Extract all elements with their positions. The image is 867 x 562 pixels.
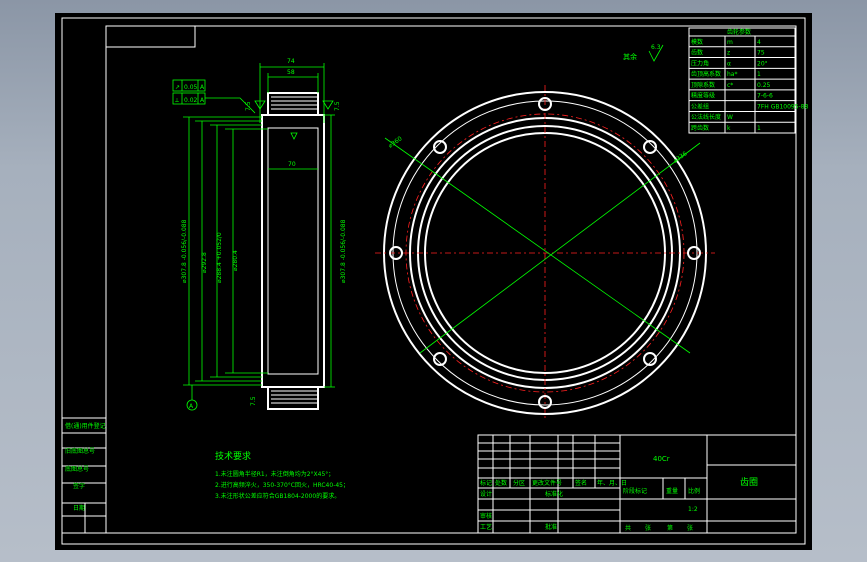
svg-text:0.02: 0.02 [184,97,198,104]
requirement-3: 3.未注形状公差应符合GB1804-2000的要求。 [215,492,340,500]
tb-label-approve: 批准 [545,523,557,531]
param-cell: 跨齿数 [691,124,709,132]
cad-drawing: 借(通)用件登记 旧底图总号 底图总号 签字 日期 74 58 70 ⌀307.… [61,17,809,545]
param-cell: 压力角 [691,59,709,67]
param-cell: ha* [727,71,737,78]
dim-58: 58 [287,69,295,76]
tb-label-count: 处数 [495,479,507,487]
tb-part-name: 齿圈 [740,477,758,488]
param-cell: 1 [757,71,761,78]
param-cell: 顶隙系数 [691,81,715,89]
param-cell: W [727,114,733,121]
strip-label-5: 日期 [73,504,85,512]
tb-material: 40Cr [653,455,670,463]
requirement-2: 2.进行高频淬火，350-370°C回火，HRC40-45； [215,481,349,489]
tb-sheet-total: 共 [625,524,631,532]
param-cell: 0.25 [757,82,771,89]
tb-sheet-unit-1: 张 [645,524,651,532]
left-strip: 借(通)用件登记 旧底图总号 底图总号 签字 日期 [61,417,107,534]
tb-label-process: 工艺 [480,523,492,531]
side-label-2: 7.5 [334,101,341,111]
dim-diag-1 [384,137,691,354]
roughness-label: 其余 [623,52,637,61]
bottom-hatch [271,390,317,404]
tb-label-doc: 更改文件号 [532,479,562,487]
tb-scale-label: 比例 [688,487,700,495]
drawing-canvas: 借(通)用件登记 旧底图总号 底图总号 签字 日期 74 58 70 ⌀307.… [55,13,812,550]
strip-label-2: 旧底图总号 [65,447,95,455]
tb-label-zone: 分区 [513,479,525,487]
svg-text:↗: ↗ [175,84,180,91]
tb-label-review: 审核 [480,512,492,520]
tb-sheet-no: 第 [667,524,673,532]
strip-label-4: 签字 [73,482,85,490]
dim-74: 74 [287,58,295,65]
bottom-flange [267,386,319,410]
svg-text:0.05: 0.05 [184,84,198,91]
roughness-note: 其余 6.3 [623,44,664,62]
param-cell: m [727,39,733,46]
roughness-value: 6.3 [651,44,661,51]
param-cell: 7FH GB10095-88 [757,103,809,110]
ring-section-outline [261,114,325,388]
param-cell: 75 [757,50,765,57]
strip-label-1: 借(通)用件登记 [65,422,106,430]
parameter-table: 齿轮参数 模数 m 4 齿数 z 75 压力角 α 20° 齿顶高系数 ha* 1 顶隙系数 c* 0.25… [688,27,809,134]
dim-70: 70 [288,161,296,168]
param-cell: 7-6-6 [757,93,773,100]
dim-left-1: ⌀307.8 -0.056/-0.088 [181,219,188,283]
param-cell: 齿顶高系数 [691,70,721,78]
dim-left-2: ⌀292.8 [201,252,208,273]
title-block: 标记 处数 分区 更改文件号 签名 年、月、日 设计 标准化 审核 工艺 批准 … [477,434,797,534]
param-cell: 1 [757,125,761,132]
front-view: ⌀360 ⌀336 [375,85,715,421]
section-view: 74 58 70 ⌀307.8 -0.056/-0.088 ⌀292.8 ⌀28… [172,58,347,411]
tb-label-design: 设计 [480,490,492,498]
side-label-3: 7.5 [250,396,257,406]
param-cell: 公差组 [691,102,709,110]
param-cell: 20° [757,60,768,67]
dim-left-3: ⌀288.4 +0.052/0 [216,232,223,283]
tb-label-mark: 标记 [480,479,492,487]
requirements-title: 技术要求 [215,450,251,462]
datum-label: A [189,403,194,410]
tb-weight-label: 重量 [666,487,678,495]
dim-diag-2 [419,142,701,354]
inner-frame [105,25,797,534]
tb-label-sign: 签名 [575,479,587,487]
tolerance-frame-2: ⟂ 0.02 A [172,92,206,105]
param-cell: 齿数 [691,49,703,57]
tb-label-standard: 标准化 [545,490,563,498]
dim-left-4: ⌀280.4 [232,250,239,271]
top-left-tag [106,26,196,48]
param-cell: α [727,60,731,67]
param-cell: c* [727,82,733,89]
side-label-1: 7.5 [245,101,252,111]
tb-sheet-unit-2: 张 [687,524,693,532]
param-cell: 模数 [691,38,703,46]
param-header: 齿轮参数 [727,28,751,36]
svg-text:A: A [200,84,205,91]
tb-stage-label: 阶段标记 [623,487,647,495]
tb-label-date: 年、月、日 [597,479,627,487]
top-flange [267,92,319,116]
param-cell: 精度等级 [691,92,715,100]
strip-label-3: 底图总号 [65,465,89,473]
svg-text:⟂: ⟂ [175,97,179,104]
param-cell: 4 [757,39,761,46]
dim-circle-1: ⌀360 [387,135,404,149]
dim-circle-2: ⌀336 [672,150,689,164]
svg-text:A: A [200,97,205,104]
top-hatch [271,96,317,110]
dim-right: ⌀307.8 -0.056/-0.088 [340,219,347,283]
tolerance-frame-1: ↗ 0.05 A [172,79,206,92]
requirement-1: 1.未注圆角半径R1，未注倒角均为2°X45°； [215,470,334,478]
tb-scale-value: 1:2 [688,506,698,513]
param-cell: k [727,125,731,132]
technical-requirements: 技术要求 1.未注圆角半径R1，未注倒角均为2°X45°； 2.进行高频淬火，3… [215,450,349,500]
param-cell: 公法线长度 [691,113,721,121]
param-cell: z [727,50,730,57]
